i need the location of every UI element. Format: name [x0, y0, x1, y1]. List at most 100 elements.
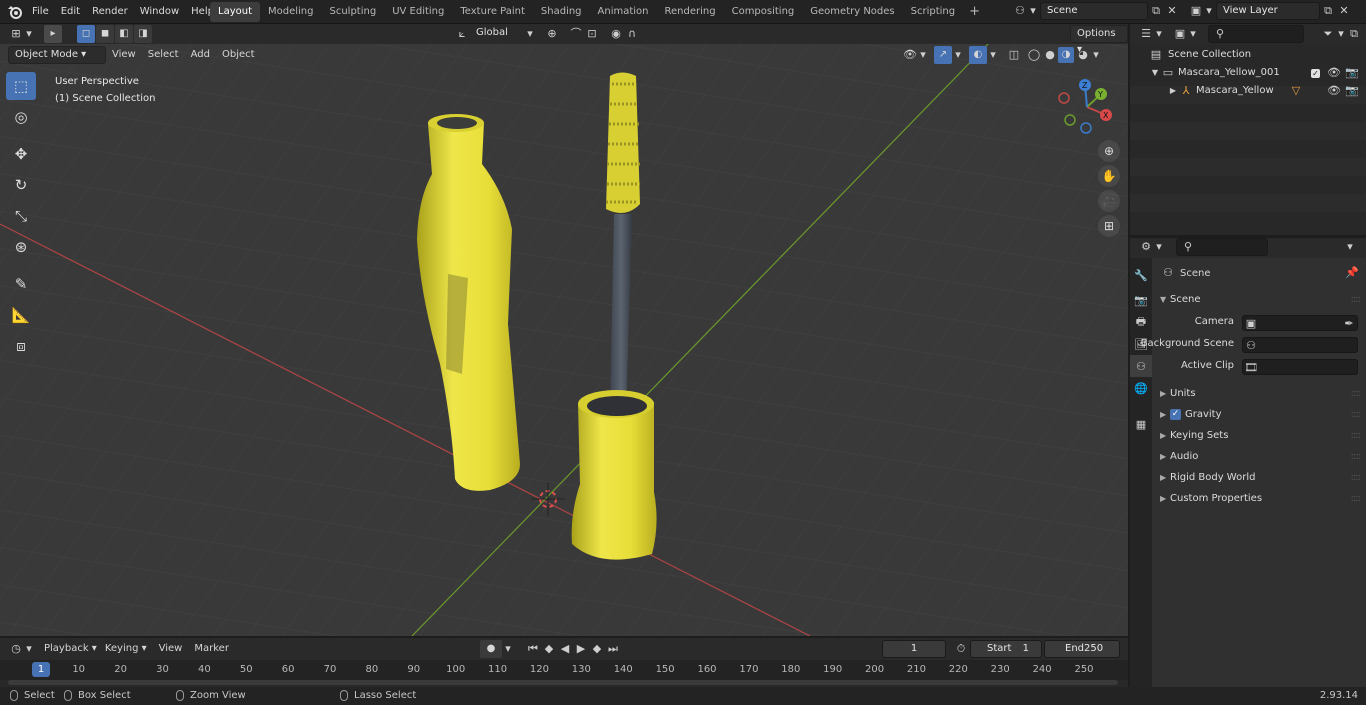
drag-handle-icon[interactable]: :::: — [1351, 425, 1362, 446]
drag-handle-icon[interactable]: :::: — [1351, 404, 1362, 425]
rotate-tool-icon[interactable]: ↻ — [6, 171, 36, 199]
panel-rigid-body-world-header[interactable]: ▶ Rigid Body World:::: — [1152, 467, 1366, 488]
select-extend-icon[interactable]: ◼ — [96, 25, 114, 43]
rendered-shading-icon[interactable]: ◕ — [1075, 47, 1091, 63]
outliner-row-scene-collection[interactable]: ▤ Scene Collection — [1130, 46, 1366, 64]
outliner-row-mascara-yellow[interactable]: ▶ ⅄ Mascara_Yellow ▽ 👁 📷 — [1130, 82, 1366, 100]
view-layer-name-field[interactable]: View Layer — [1216, 2, 1320, 20]
chevron-down-icon[interactable]: ▾ — [1154, 26, 1164, 42]
outliner-row-mascara-yellow-001[interactable]: ▼ ▭ Mascara_Yellow_001 ✓ 👁 📷 — [1130, 64, 1366, 82]
active-clip-field[interactable]: 🎞 — [1242, 359, 1358, 375]
view-layer-icon[interactable]: ▣ — [1188, 3, 1204, 19]
world-tab-icon[interactable]: 🌐 — [1130, 377, 1152, 399]
texture-tab-icon[interactable]: ▦ — [1130, 413, 1152, 435]
new-view-layer-icon[interactable]: ⧉ — [1320, 3, 1336, 19]
chevron-down-icon[interactable]: ▾ — [953, 47, 963, 63]
scene-name-field[interactable]: Scene — [1040, 2, 1148, 20]
pivot-point-icon[interactable]: ⊕ — [544, 26, 560, 42]
tab-modeling[interactable]: Modeling — [260, 2, 322, 22]
scene-tab-icon[interactable]: ⚇ — [1130, 355, 1152, 377]
close-icon[interactable]: ✕ — [1336, 3, 1352, 19]
select-box-tool-icon[interactable]: ⬚ — [6, 72, 36, 100]
visibility-icon[interactable]: 👁 — [902, 47, 918, 63]
gizmo-toggle-icon[interactable]: ↗ — [934, 46, 952, 64]
scene-icon[interactable]: ⚇ — [1012, 3, 1028, 19]
timeline-scrollbar[interactable] — [8, 680, 1118, 685]
tab-shading[interactable]: Shading — [533, 2, 590, 22]
drag-handle-icon[interactable]: :::: — [1351, 383, 1362, 404]
move-tool-icon[interactable]: ✥ — [6, 140, 36, 168]
drag-handle-icon[interactable]: :::: — [1351, 467, 1362, 488]
chevron-down-icon[interactable]: ▾ — [1028, 3, 1038, 19]
ortho-toggle-icon[interactable]: ⊞ — [1098, 215, 1120, 237]
add-cube-tool-icon[interactable]: ⧈ — [6, 332, 36, 360]
timeline-menu-playback[interactable]: Playback ▾ — [34, 640, 101, 658]
add-workspace-icon[interactable]: + — [963, 2, 986, 22]
chevron-down-icon[interactable]: ▾ — [522, 26, 538, 42]
panel-scene-header[interactable]: ▼ Scene :::: — [1152, 289, 1366, 310]
timeline-ruler[interactable]: 1 10 20 30 40 50 60 70 80 90 100 110 120 130 140 150 160… — [0, 660, 1128, 680]
tool-tab-icon[interactable]: 🔧 — [1130, 264, 1152, 286]
chevron-down-icon[interactable]: ▾ — [24, 26, 34, 42]
menu-file[interactable]: File — [26, 0, 55, 24]
xray-toggle-icon[interactable]: ◫ — [1006, 47, 1022, 63]
eyedropper-icon[interactable]: ✒ — [1341, 316, 1357, 332]
menu-edit[interactable]: Edit — [55, 0, 86, 24]
overlay-toggle-icon[interactable]: ◐ — [969, 46, 987, 64]
exclude-checkbox[interactable]: ✓ — [1311, 68, 1320, 78]
tab-texture-paint[interactable]: Texture Paint — [452, 2, 533, 22]
display-mode-icon[interactable]: ▣ — [1172, 26, 1188, 42]
timeline-menu-view[interactable]: View — [151, 640, 191, 658]
cursor-tool-icon[interactable]: ◎ — [6, 103, 36, 131]
mascara-cap[interactable] — [571, 390, 657, 560]
timeline-menu-keying[interactable]: Keying ▾ — [101, 640, 151, 658]
snap-icon[interactable]: ⌒ — [568, 26, 584, 42]
3d-viewport[interactable] — [0, 24, 1128, 636]
expand-arrow-icon[interactable]: ▼ — [1150, 65, 1160, 81]
tab-geometry-nodes[interactable]: Geometry Nodes — [802, 2, 902, 22]
new-collection-icon[interactable]: ⧉ — [1346, 26, 1362, 42]
panel-keying-sets-header[interactable]: ▶ Keying Sets:::: — [1152, 425, 1366, 446]
eye-icon[interactable]: 👁 — [1326, 83, 1342, 99]
viewport-menu-object[interactable]: Object — [216, 46, 261, 64]
wireframe-shading-icon[interactable]: ◯ — [1026, 47, 1042, 63]
zoom-view-icon[interactable]: ⊕ — [1098, 140, 1120, 162]
menu-render[interactable]: Render — [86, 0, 134, 24]
panel-custom-properties-header[interactable]: ▶ Custom Properties:::: — [1152, 488, 1366, 509]
expand-arrow-icon[interactable]: ▶ — [1168, 83, 1178, 99]
viewport-menu-select[interactable]: Select — [142, 46, 185, 64]
tab-rendering[interactable]: Rendering — [657, 2, 724, 22]
output-tab-icon[interactable]: 🖶 — [1130, 311, 1152, 333]
camera-icon[interactable]: 📷 — [1344, 65, 1360, 81]
timeline-menu-marker[interactable]: Marker — [190, 640, 233, 658]
panel-audio-header[interactable]: ▶ Audio:::: — [1152, 446, 1366, 467]
measure-tool-icon[interactable]: 📐 — [6, 301, 36, 329]
viewport-menu-view[interactable]: View — [106, 46, 142, 64]
camera-field[interactable]: ▣ ✒ — [1242, 315, 1358, 331]
chevron-down-icon[interactable]: ▾ — [503, 641, 513, 657]
solid-shading-icon[interactable]: ● — [1042, 47, 1058, 63]
blender-logo-icon[interactable] — [6, 3, 24, 21]
annotate-tool-icon[interactable]: ✎ — [6, 270, 36, 298]
select-invert-icon[interactable]: ◨ — [134, 25, 152, 43]
drag-handle-icon[interactable]: :::: — [1351, 488, 1362, 509]
falloff-icon[interactable]: ∩ — [624, 26, 640, 42]
chevron-down-icon[interactable]: ▾ — [1336, 26, 1346, 42]
chevron-down-icon[interactable]: ▾ — [1342, 239, 1358, 255]
current-frame-indicator[interactable]: 1 — [32, 662, 50, 677]
filter-icon[interactable]: ⏷ — [1320, 26, 1336, 42]
play-reverse-icon[interactable]: ◀ — [557, 641, 573, 657]
start-frame-field[interactable]: Start 1 — [970, 640, 1042, 658]
next-keyframe-icon[interactable]: ◆ — [589, 641, 605, 657]
editor-type-icon[interactable]: ⊞ — [8, 26, 24, 42]
chevron-down-icon[interactable]: ▾ — [1091, 47, 1101, 63]
viewport-menu-add[interactable]: Add — [185, 46, 216, 64]
end-frame-field[interactable]: End 250 — [1044, 640, 1120, 658]
pin-icon[interactable]: 📌 — [1344, 265, 1360, 281]
panel-units-header[interactable]: ▶ Units:::: — [1152, 383, 1366, 404]
tab-sculpting[interactable]: Sculpting — [322, 2, 385, 22]
tab-layout[interactable]: Layout — [210, 2, 260, 22]
outliner-editor-icon[interactable]: ☰ — [1138, 26, 1154, 42]
tab-scripting[interactable]: Scripting — [903, 2, 963, 22]
properties-search-input[interactable]: ⚲ — [1176, 238, 1268, 256]
